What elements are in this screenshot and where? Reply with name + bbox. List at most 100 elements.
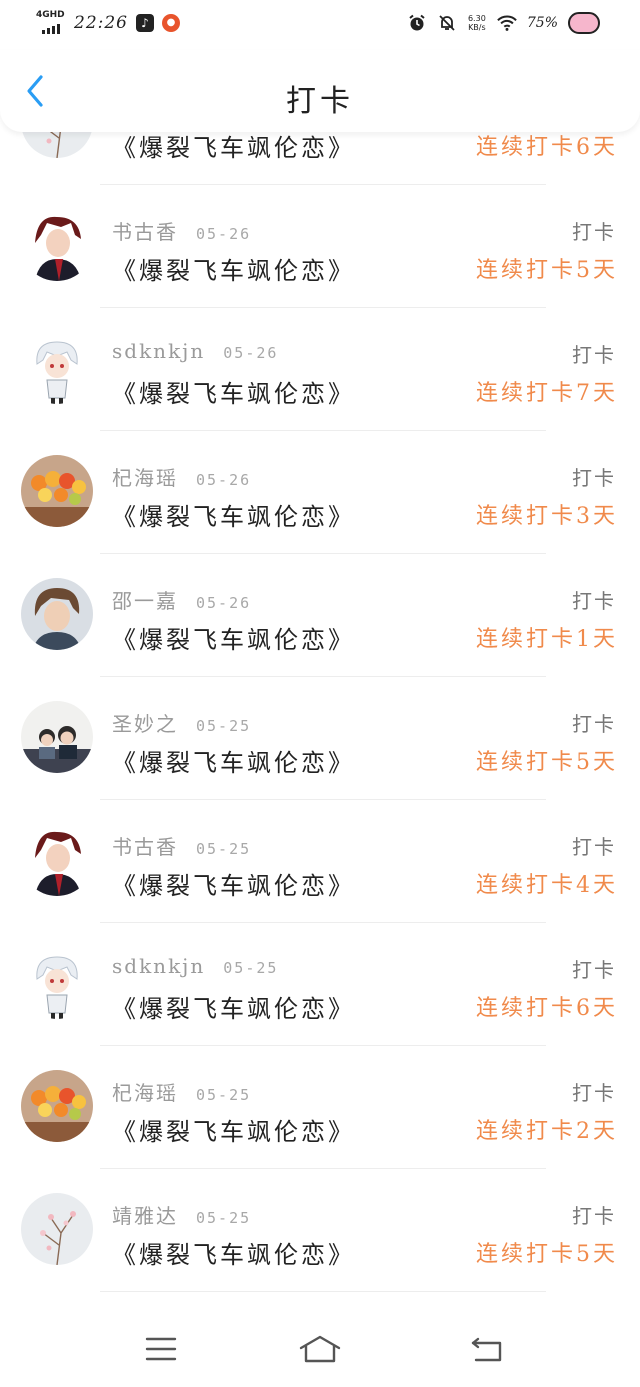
streak-label: 连续打卡7天 xyxy=(476,381,618,406)
item-meta: 杞海瑶 05-26 xyxy=(112,462,251,491)
streak-label: 连续打卡6天 xyxy=(476,996,618,1021)
avatar[interactable] xyxy=(21,1070,93,1142)
checkin-tag: 打卡 xyxy=(572,958,616,982)
home-button[interactable] xyxy=(297,1329,343,1369)
item-meta: 书古香 05-25 xyxy=(112,831,251,860)
username: 邵一嘉 xyxy=(112,589,178,613)
book-title[interactable]: 《爆裂飞车飒伦恋》 xyxy=(112,128,355,163)
streak-label: 连续打卡4天 xyxy=(476,873,618,898)
checkin-date: 05-25 xyxy=(196,840,252,858)
item-meta: sdknkjn 05-25 xyxy=(112,954,278,978)
status-right: 6.30 KB/s 75% xyxy=(407,12,600,34)
game-app-icon: ● xyxy=(162,14,180,32)
book-title[interactable]: 《爆裂飞车飒伦恋》 xyxy=(112,497,355,532)
avatar[interactable] xyxy=(21,209,93,281)
network-type: 4GHD xyxy=(36,10,65,20)
checkin-date: 05-26 xyxy=(223,344,279,362)
list-item[interactable]: sdknkjn 05-26 打卡 《爆裂飞车飒伦恋》 连续打卡7天 xyxy=(0,308,640,431)
checkin-tag: 打卡 xyxy=(572,220,616,244)
list-item[interactable]: 杞海瑶 05-25 打卡 《爆裂飞车飒伦恋》 连续打卡2天 xyxy=(0,1046,640,1169)
checkin-date: 05-25 xyxy=(196,1086,252,1104)
divider xyxy=(100,1291,546,1292)
checkin-date: 05-25 xyxy=(223,959,279,977)
checkin-tag: 打卡 xyxy=(572,1081,616,1105)
streak-label: 连续打卡1天 xyxy=(476,627,618,652)
avatar[interactable] xyxy=(21,1193,93,1265)
checkin-tag: 打卡 xyxy=(572,343,616,367)
streak-label: 连续打卡5天 xyxy=(476,750,618,775)
username: sdknkjn xyxy=(112,954,206,978)
menu-icon xyxy=(145,1337,177,1361)
book-title[interactable]: 《爆裂飞车飒伦恋》 xyxy=(112,989,355,1024)
username: 杞海瑶 xyxy=(112,1081,178,1105)
speed-unit: KB/s xyxy=(468,23,486,32)
page-title: 打卡 xyxy=(286,84,354,119)
streak-label: 连续打卡5天 xyxy=(476,258,618,283)
book-title[interactable]: 《爆裂飞车飒伦恋》 xyxy=(112,374,355,409)
username: 靖雅达 xyxy=(112,1204,178,1228)
book-title[interactable]: 《爆裂飞车飒伦恋》 xyxy=(112,620,355,655)
streak-label: 连续打卡5天 xyxy=(476,1242,618,1267)
item-meta: 杞海瑶 05-25 xyxy=(112,1077,251,1106)
username: sdknkjn xyxy=(112,339,206,363)
home-icon xyxy=(299,1335,341,1363)
system-nav-bar xyxy=(0,1311,640,1387)
checkin-tag: 打卡 xyxy=(572,712,616,736)
list-item[interactable]: 杞海瑶 05-26 打卡 《爆裂飞车飒伦恋》 连续打卡3天 xyxy=(0,431,640,554)
checkin-tag: 打卡 xyxy=(572,1204,616,1228)
checkin-date: 05-25 xyxy=(196,1209,252,1227)
book-title[interactable]: 《爆裂飞车飒伦恋》 xyxy=(112,866,355,901)
list-item[interactable]: 圣妙之 05-25 打卡 《爆裂飞车飒伦恋》 连续打卡5天 xyxy=(0,677,640,800)
streak-label: 连续打卡6天 xyxy=(476,135,618,160)
streak-label: 连续打卡2天 xyxy=(476,1119,618,1144)
item-meta: 靖雅达 05-25 xyxy=(112,1200,251,1229)
list-item[interactable]: 书古香 05-25 打卡 《爆裂飞车飒伦恋》 连续打卡4天 xyxy=(0,800,640,923)
streak-label: 连续打卡3天 xyxy=(476,504,618,529)
list-item[interactable]: 靖雅达 05-25 打卡 《爆裂飞车飒伦恋》 连续打卡5天 xyxy=(0,1169,640,1292)
checkin-date: 05-26 xyxy=(196,471,252,489)
music-app-icon: ♪ xyxy=(136,14,154,32)
checkin-list[interactable]: 《爆裂飞车飒伦恋》 连续打卡6天 书古香 05-26 打卡 《爆裂飞车飒伦恋》 … xyxy=(0,70,640,1310)
pig-icon xyxy=(568,12,600,34)
list-item[interactable]: 邵一嘉 05-26 打卡 《爆裂飞车飒伦恋》 连续打卡1天 xyxy=(0,554,640,677)
signal-icon: 4GHD xyxy=(36,10,66,34)
username: 杞海瑶 xyxy=(112,466,178,490)
checkin-tag: 打卡 xyxy=(572,466,616,490)
back-nav-button[interactable] xyxy=(464,1329,510,1369)
username: 圣妙之 xyxy=(112,712,178,736)
item-meta: 邵一嘉 05-26 xyxy=(112,585,251,614)
item-meta: 书古香 05-26 xyxy=(112,216,251,245)
list-item[interactable]: sdknkjn 05-25 打卡 《爆裂飞车飒伦恋》 连续打卡6天 xyxy=(0,923,640,1046)
header-bar: 打卡 xyxy=(0,50,640,132)
item-meta: sdknkjn 05-26 xyxy=(112,339,278,363)
checkin-date: 05-26 xyxy=(196,225,252,243)
wifi-icon xyxy=(497,13,517,33)
book-title[interactable]: 《爆裂飞车飒伦恋》 xyxy=(112,1112,355,1147)
username: 书古香 xyxy=(112,220,178,244)
mute-icon xyxy=(437,13,457,33)
checkin-date: 05-26 xyxy=(196,594,252,612)
status-left: 4GHD 22:26 ♪ ● xyxy=(36,10,180,34)
network-speed: 6.30 KB/s xyxy=(467,14,487,32)
checkin-tag: 打卡 xyxy=(572,589,616,613)
speed-value: 6.30 xyxy=(467,14,486,23)
avatar[interactable] xyxy=(21,455,93,527)
book-title[interactable]: 《爆裂飞车飒伦恋》 xyxy=(112,743,355,778)
item-meta: 圣妙之 05-25 xyxy=(112,708,251,737)
avatar[interactable] xyxy=(21,332,93,404)
book-title[interactable]: 《爆裂飞车飒伦恋》 xyxy=(112,251,355,286)
username: 书古香 xyxy=(112,835,178,859)
status-bar: 4GHD 22:26 ♪ ● 6.30 KB/s 75% xyxy=(0,0,640,50)
book-title[interactable]: 《爆裂飞车飒伦恋》 xyxy=(112,1235,355,1270)
checkin-date: 05-25 xyxy=(196,717,252,735)
list-item[interactable]: 书古香 05-26 打卡 《爆裂飞车飒伦恋》 连续打卡5天 xyxy=(0,185,640,308)
back-icon xyxy=(471,1337,502,1362)
avatar[interactable] xyxy=(21,824,93,896)
avatar[interactable] xyxy=(21,701,93,773)
battery-level: 75% xyxy=(526,15,558,31)
menu-button[interactable] xyxy=(138,1329,184,1369)
avatar[interactable] xyxy=(21,947,93,1019)
clock: 22:26 xyxy=(74,13,128,33)
checkin-tag: 打卡 xyxy=(572,835,616,859)
avatar[interactable] xyxy=(21,578,93,650)
